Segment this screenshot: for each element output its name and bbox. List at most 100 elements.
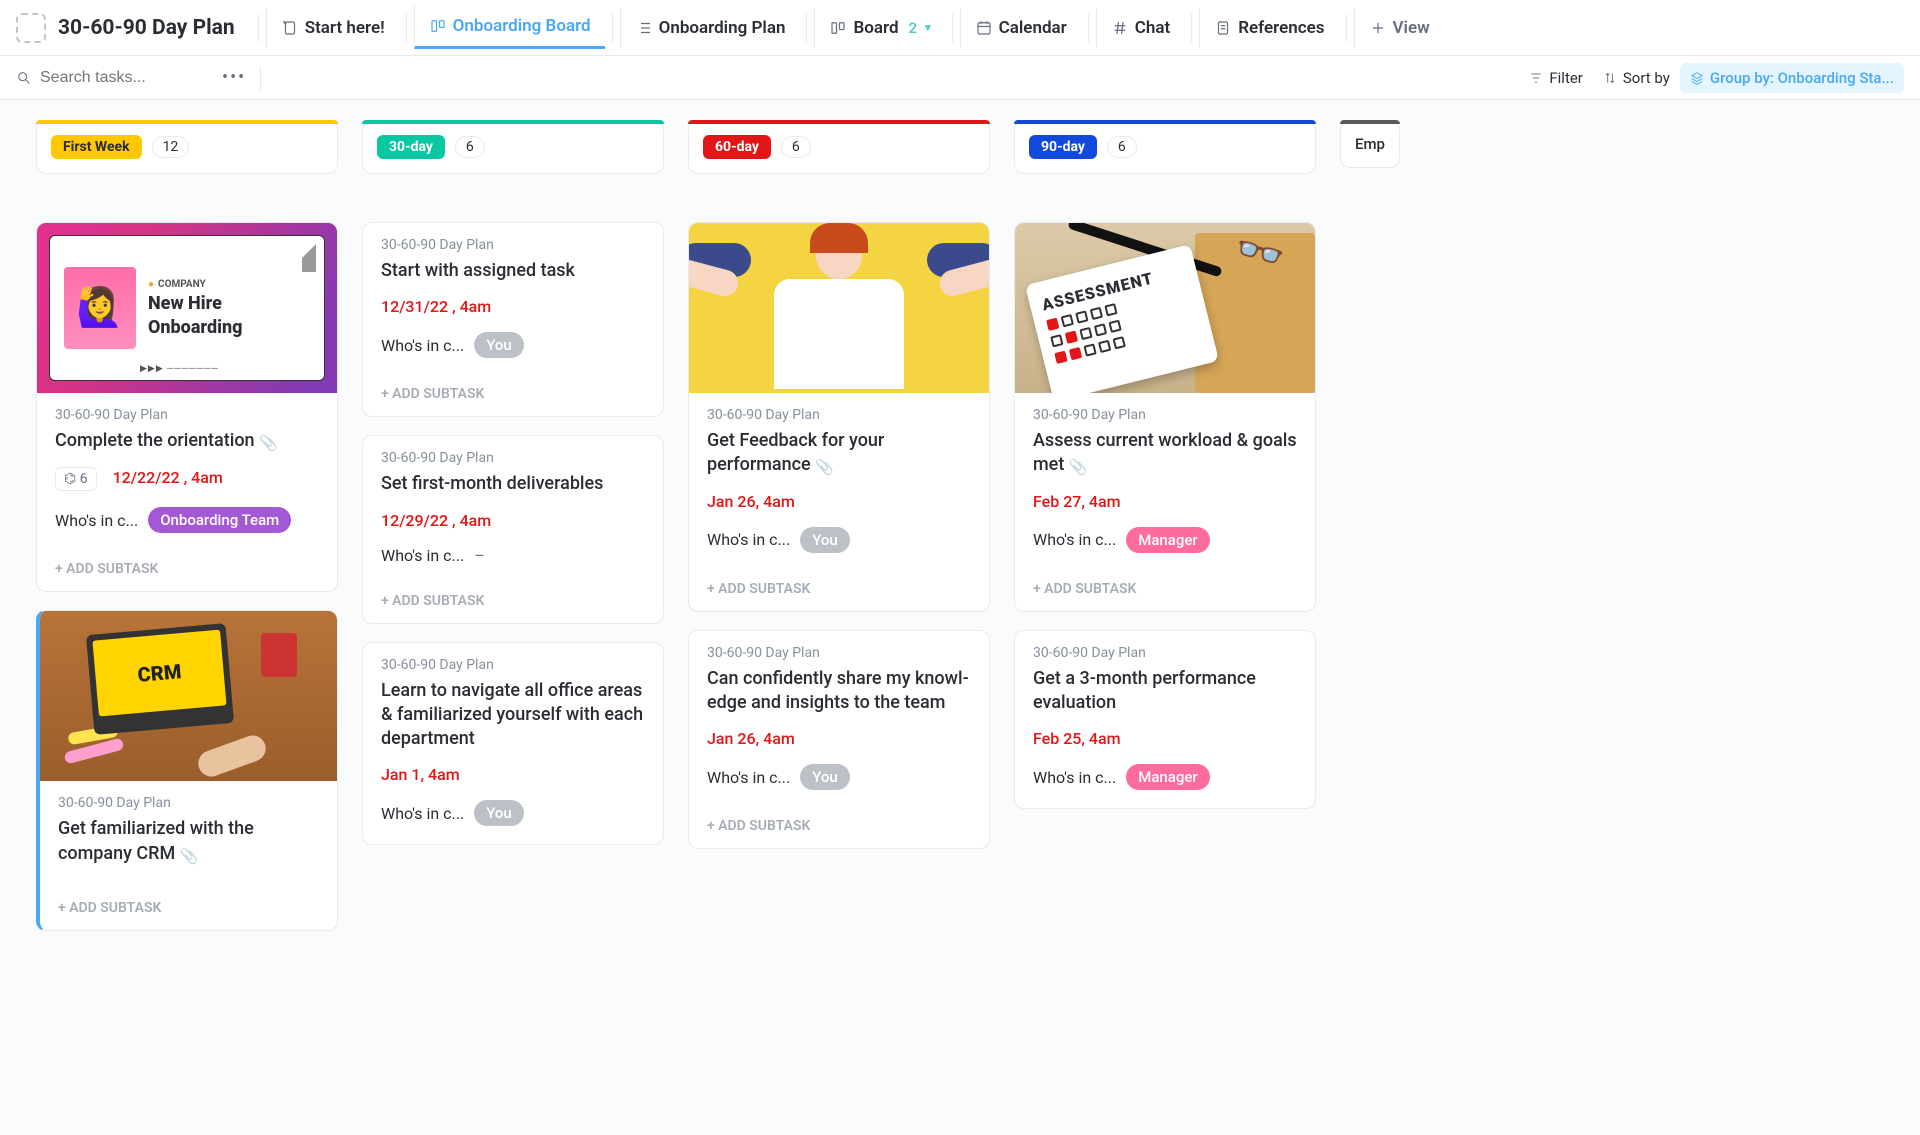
card-project[interactable]: 30-60-90 Day Plan	[1033, 407, 1297, 423]
tab-references[interactable]: References	[1199, 8, 1338, 48]
search-input[interactable]	[40, 69, 210, 87]
attachment-icon[interactable]: 📎	[180, 846, 199, 866]
column-60: 60-day 6 30-60-90 Day Plan Get Feedback f…	[688, 120, 990, 867]
tab-board[interactable]: Board 2 ▾	[814, 8, 944, 48]
task-card[interactable]: 30-60-90 Day Plan Start with assigned tas…	[362, 222, 664, 417]
task-card[interactable]: 30-60-90 Day Plan Learn to navigate all o…	[362, 642, 664, 846]
tab-onboarding-plan[interactable]: Onboarding Plan	[620, 8, 800, 48]
sort-button[interactable]: Sort by	[1593, 63, 1680, 93]
stage-pill[interactable]: 90-day	[1029, 135, 1097, 159]
card-title[interactable]: Get familiarized with the company CRM 📎	[58, 817, 319, 866]
card-project[interactable]: 30-60-90 Day Plan	[381, 657, 645, 673]
task-card[interactable]: 30-60-90 Day Plan Set first-month deliver…	[362, 435, 664, 623]
card-title[interactable]: Learn to navigate all office areas & fam…	[381, 679, 645, 752]
card-project[interactable]: 30-60-90 Day Plan	[1033, 645, 1297, 661]
chevron-down-icon[interactable]: ▾	[925, 21, 931, 34]
due-date[interactable]: Feb 27, 4am	[1033, 492, 1121, 511]
add-subtask-button[interactable]: + ADD SUBTASK	[363, 376, 663, 416]
tab-label: References	[1238, 18, 1324, 38]
tab-calendar[interactable]: Calendar	[960, 8, 1081, 48]
tab-start-here[interactable]: Start here!	[266, 8, 399, 48]
separator	[952, 14, 953, 42]
task-card[interactable]: 30-60-90 Day Plan Can confidently share m…	[688, 630, 990, 850]
stage-pill[interactable]: 30-day	[377, 135, 445, 159]
task-card[interactable]: CRM 30-60-90 Day Plan Get familiarized wi…	[36, 610, 338, 931]
card-title[interactable]: Assess current workload & goals met 📎	[1033, 429, 1297, 478]
subtask-count[interactable]: ⌬ 6	[55, 467, 97, 491]
attachment-icon[interactable]: 📎	[815, 457, 834, 477]
column-header[interactable]: First Week 12	[36, 120, 338, 174]
add-subtask-button[interactable]: + ADD SUBTASK	[363, 583, 663, 623]
app-icon[interactable]	[16, 13, 46, 43]
assignee-chip-you[interactable]: You	[800, 527, 850, 553]
card-project[interactable]: 30-60-90 Day Plan	[707, 407, 971, 423]
card-title[interactable]: Set first-month deliverables	[381, 472, 645, 496]
add-subtask-button[interactable]: + ADD SUBTASK	[37, 551, 337, 591]
assignee-row: Who's in c...You	[381, 332, 645, 358]
card-project[interactable]: 30-60-90 Day Plan	[58, 795, 319, 811]
card-title[interactable]: Can confidently share my knowl­edge and …	[707, 667, 971, 716]
due-date[interactable]: 12/29/22 , 4am	[381, 511, 491, 530]
card-title[interactable]: Get a 3-month performance evalua­tion	[1033, 667, 1297, 716]
who-label: Who's in c...	[55, 511, 138, 530]
tab-chat[interactable]: Chat	[1096, 8, 1184, 48]
add-subtask-button[interactable]: + ADD SUBTASK	[40, 890, 337, 930]
task-card[interactable]: 30-60-90 Day Plan Get Feedback for your p…	[688, 222, 990, 612]
due-date[interactable]: 12/22/22 , 4am	[113, 468, 223, 487]
stage-pill[interactable]: 60-day	[703, 135, 771, 159]
add-view-button[interactable]: View	[1354, 8, 1444, 48]
column-header[interactable]: 90-day 6	[1014, 120, 1316, 174]
add-subtask-button[interactable]: + ADD SUBTASK	[689, 808, 989, 848]
due-date[interactable]: Jan 26, 4am	[707, 492, 795, 511]
separator	[258, 14, 259, 42]
board: First Week 12 COMPANY New Hire Onboardin…	[0, 100, 1920, 969]
card-project[interactable]: 30-60-90 Day Plan	[381, 450, 645, 466]
stage-pill[interactable]: First Week	[51, 135, 142, 159]
card-project[interactable]: 30-60-90 Day Plan	[55, 407, 319, 423]
assignee-chip-team[interactable]: Onboarding Team	[148, 507, 291, 533]
sort-label: Sort by	[1623, 69, 1670, 87]
who-label: Who's in c...	[1033, 530, 1116, 549]
tab-label: Onboarding Board	[453, 16, 591, 36]
add-subtask-button[interactable]: + ADD SUBTASK	[689, 571, 989, 611]
due-date[interactable]: Jan 26, 4am	[707, 729, 795, 748]
card-title[interactable]: Get Feedback for your performance 📎	[707, 429, 971, 478]
assignee-chip-you[interactable]: You	[800, 764, 850, 790]
card-project[interactable]: 30-60-90 Day Plan	[381, 237, 645, 253]
more-button[interactable]: •••	[222, 67, 246, 88]
separator	[406, 14, 407, 42]
card-title[interactable]: Complete the orientation 📎	[55, 429, 319, 453]
card-title[interactable]: Start with assigned task	[381, 259, 645, 283]
count-badge: 6	[455, 136, 485, 158]
tab-onboarding-board[interactable]: Onboarding Board	[414, 6, 605, 49]
assignee-chip-manager[interactable]: Manager	[1126, 527, 1209, 553]
card-cover-hero: COMPANY New Hire Onboarding ▶▶▶ ───────	[37, 223, 337, 393]
attachment-icon[interactable]: 📎	[259, 433, 278, 453]
column-header[interactable]: 60-day 6	[688, 120, 990, 174]
task-card[interactable]: 30-60-90 Day Plan Get a 3-month performan…	[1014, 630, 1316, 810]
stage-label: Emp	[1355, 135, 1385, 153]
card-cover-crm: CRM	[40, 611, 337, 781]
assignee-chip-you[interactable]: You	[474, 800, 524, 826]
assignee-chip-you[interactable]: You	[474, 332, 524, 358]
column-header[interactable]: 30-day 6	[362, 120, 664, 174]
task-card[interactable]: 👓 ASSESSMENT 30-60-90 Day PlanAssess cur…	[1014, 222, 1316, 612]
due-date[interactable]: Feb 25, 4am	[1033, 729, 1121, 748]
due-date[interactable]: 12/31/22 , 4am	[381, 297, 491, 316]
search[interactable]	[16, 69, 210, 87]
assignee-row: Who's in c...Manager	[1033, 764, 1297, 790]
pin-doc-icon	[281, 19, 299, 37]
attachment-icon[interactable]: 📎	[1069, 457, 1088, 477]
filter-button[interactable]: Filter	[1519, 63, 1593, 93]
card-project[interactable]: 30-60-90 Day Plan	[707, 645, 971, 661]
task-card[interactable]: COMPANY New Hire Onboarding ▶▶▶ ─────── …	[36, 222, 338, 592]
assignee-chip-manager[interactable]: Manager	[1126, 764, 1209, 790]
filter-label: Filter	[1549, 69, 1583, 87]
column-emp: Emp	[1340, 120, 1400, 216]
due-date[interactable]: Jan 1, 4am	[381, 765, 460, 784]
group-by-button[interactable]: Group by: Onboarding Sta...	[1680, 63, 1904, 93]
hash-icon	[1111, 19, 1129, 37]
column-header[interactable]: Emp	[1340, 120, 1400, 168]
group-by-label: Group by: Onboarding Sta...	[1710, 69, 1894, 87]
add-subtask-button[interactable]: + ADD SUBTASK	[1015, 571, 1315, 611]
